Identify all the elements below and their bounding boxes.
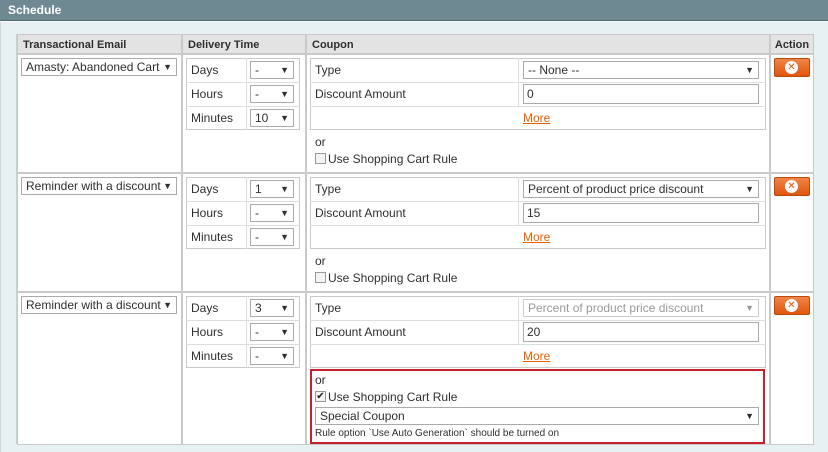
- type-label: Type: [315, 301, 342, 315]
- minutes-label: Minutes: [191, 111, 234, 125]
- dropdown-arrow-icon: ▼: [163, 62, 172, 72]
- row-1-more-link[interactable]: More: [523, 111, 550, 125]
- delete-circle-x-icon: ✕: [785, 299, 798, 312]
- delete-circle-x-icon: ✕: [785, 180, 798, 193]
- row-2-days-select[interactable]: 1 ▼: [250, 180, 294, 198]
- dropdown-arrow-icon: ▼: [280, 327, 289, 337]
- hours-label: Hours: [191, 87, 224, 101]
- divider: [186, 82, 300, 83]
- row-2-type-select[interactable]: Percent of product price discount ▼: [523, 180, 759, 198]
- row-2-minutes-select[interactable]: - ▼: [250, 228, 294, 246]
- row-2-delete-button[interactable]: ✕: [774, 177, 810, 196]
- dropdown-arrow-icon: ▼: [163, 300, 172, 310]
- discount-amount-label: Discount Amount: [315, 206, 406, 220]
- section-title: Schedule: [8, 3, 62, 17]
- row-3-discount-input[interactable]: 20: [523, 322, 759, 342]
- minutes-label: Minutes: [191, 230, 234, 244]
- type-label: Type: [315, 63, 342, 77]
- dropdown-arrow-icon: ▼: [280, 113, 289, 123]
- dropdown-arrow-icon: ▼: [280, 208, 289, 218]
- divider: [310, 344, 766, 345]
- delete-circle-x-icon: ✕: [785, 61, 798, 74]
- row-3-delete-button[interactable]: ✕: [774, 296, 810, 315]
- dropdown-arrow-icon: ▼: [280, 351, 289, 361]
- row-2-more-link[interactable]: More: [523, 230, 550, 244]
- type-label: Type: [315, 182, 342, 196]
- divider: [310, 106, 766, 107]
- days-label: Days: [191, 301, 219, 315]
- row-3-days-select[interactable]: 3 ▼: [250, 299, 294, 317]
- dropdown-arrow-icon: ▼: [280, 303, 289, 313]
- divider: [186, 320, 300, 321]
- hours-label: Hours: [191, 325, 224, 339]
- divider: [186, 201, 300, 202]
- row-1-minutes-select[interactable]: 10 ▼: [250, 109, 294, 127]
- dropdown-arrow-icon: ▼: [745, 184, 754, 194]
- row-3-type-select[interactable]: Percent of product price discount ▼: [523, 299, 759, 317]
- use-cart-rule-label: Use Shopping Cart Rule: [328, 152, 458, 166]
- divider: [518, 58, 519, 106]
- dropdown-arrow-icon: ▼: [745, 65, 754, 75]
- days-label: Days: [191, 63, 219, 77]
- dropdown-arrow-icon: ▼: [745, 303, 754, 313]
- dropdown-arrow-icon: ▼: [280, 89, 289, 99]
- divider: [310, 82, 766, 83]
- use-cart-rule-label: Use Shopping Cart Rule: [328, 271, 458, 285]
- row-1-email-select[interactable]: Amasty: Abandoned Cart ▼: [21, 58, 177, 76]
- row-2-hours-select[interactable]: - ▼: [250, 204, 294, 222]
- row-1-type-select[interactable]: -- None -- ▼: [523, 61, 759, 79]
- discount-amount-label: Discount Amount: [315, 325, 406, 339]
- divider: [246, 177, 247, 249]
- row-1-days-select[interactable]: - ▼: [250, 61, 294, 79]
- divider: [310, 201, 766, 202]
- dropdown-arrow-icon: ▼: [280, 232, 289, 242]
- minutes-label: Minutes: [191, 349, 234, 363]
- divider: [518, 296, 519, 344]
- cart-rule-note: Rule option `Use Auto Generation` should…: [315, 428, 560, 439]
- row-3-hours-select[interactable]: - ▼: [250, 323, 294, 341]
- or-label: or: [315, 135, 326, 149]
- or-label: or: [315, 373, 326, 387]
- divider: [186, 106, 300, 107]
- divider: [246, 296, 247, 368]
- section-header: Schedule: [0, 0, 828, 21]
- divider: [518, 177, 519, 225]
- dropdown-arrow-icon: ▼: [745, 411, 754, 421]
- divider: [310, 320, 766, 321]
- days-label: Days: [191, 182, 219, 196]
- row-2-email-select[interactable]: Reminder with a discount ▼: [21, 177, 177, 195]
- divider: [310, 225, 766, 226]
- dropdown-arrow-icon: ▼: [280, 184, 289, 194]
- row-3-cart-rule-select[interactable]: Special Coupon ▼: [315, 407, 759, 425]
- column-header-delivery: Delivery Time: [182, 34, 306, 54]
- row-3-email-cell: [17, 292, 182, 445]
- divider: [186, 225, 300, 226]
- row-3-use-cart-rule-checkbox[interactable]: ✔: [315, 391, 326, 402]
- row-1-hours-select[interactable]: - ▼: [250, 85, 294, 103]
- column-header-action: Action: [770, 34, 814, 54]
- row-1-use-cart-rule-checkbox[interactable]: [315, 153, 326, 164]
- row-1-discount-input[interactable]: 0: [523, 84, 759, 104]
- use-cart-rule-label: Use Shopping Cart Rule: [328, 390, 458, 404]
- column-header-coupon: Coupon: [306, 34, 770, 54]
- hours-label: Hours: [191, 206, 224, 220]
- divider: [246, 58, 247, 130]
- row-1-delete-button[interactable]: ✕: [774, 58, 810, 77]
- row-3-more-link[interactable]: More: [523, 349, 550, 363]
- row-3-email-select[interactable]: Reminder with a discount ▼: [21, 296, 177, 314]
- column-header-email: Transactional Email: [17, 34, 182, 54]
- row-2-discount-input[interactable]: 15: [523, 203, 759, 223]
- discount-amount-label: Discount Amount: [315, 87, 406, 101]
- checkmark-icon: ✔: [316, 391, 325, 402]
- dropdown-arrow-icon: ▼: [163, 181, 172, 191]
- dropdown-arrow-icon: ▼: [280, 65, 289, 75]
- divider: [186, 344, 300, 345]
- or-label: or: [315, 254, 326, 268]
- row-2-use-cart-rule-checkbox[interactable]: [315, 272, 326, 283]
- row-3-minutes-select[interactable]: - ▼: [250, 347, 294, 365]
